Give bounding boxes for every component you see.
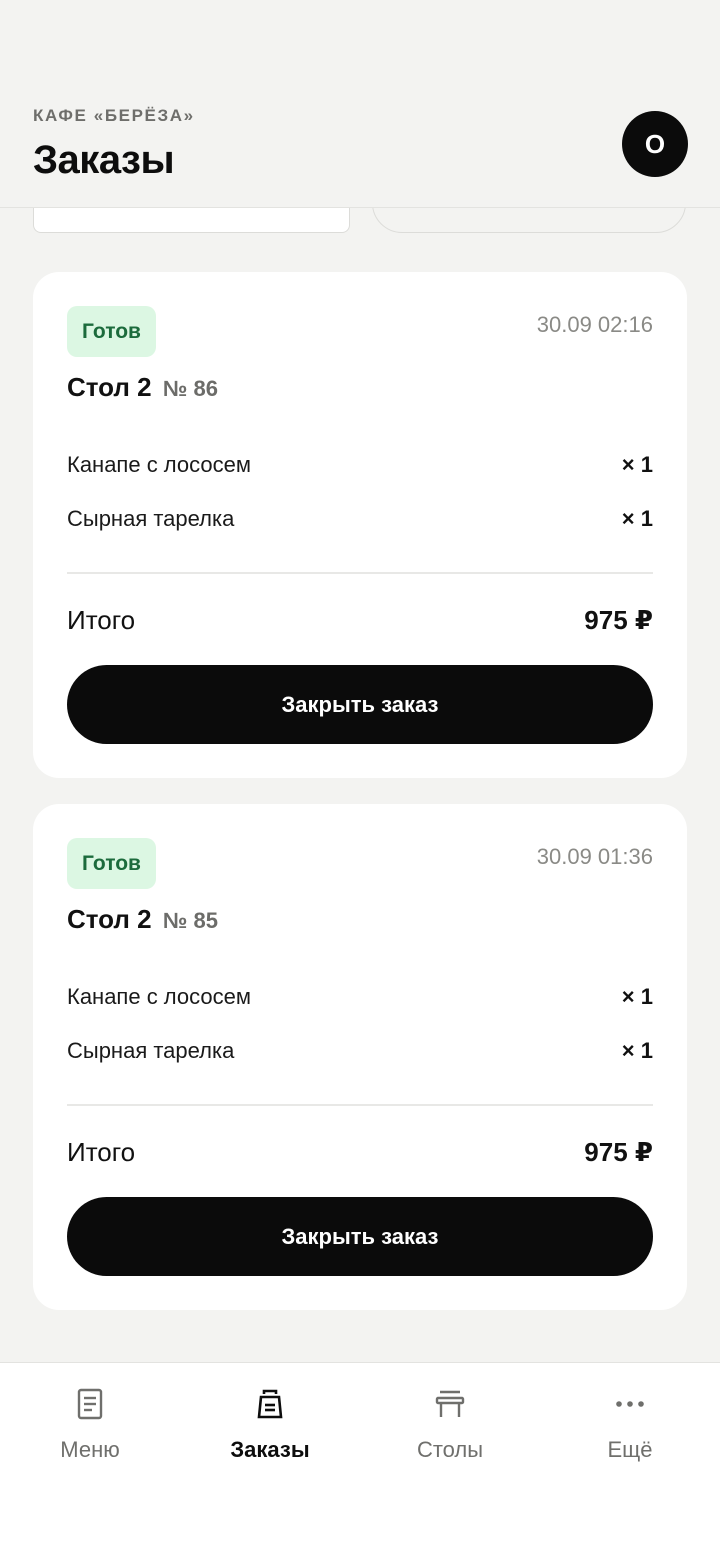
avatar-initial: О: [644, 128, 666, 159]
bottom-nav: Меню Заказы Столы Ещё: [0, 1362, 720, 1541]
order-card: Готов 30.09 01:36 Стол 2 № 85 Канапе с л…: [33, 804, 687, 1310]
total-row: Итого 975 ₽: [67, 602, 653, 638]
order-card: Готов 30.09 02:16 Стол 2 № 86 Канапе с л…: [33, 272, 687, 778]
order-item: Канапе с лососем × 1: [67, 982, 653, 1012]
status-badge: Готов: [67, 306, 156, 357]
order-item: Сырная тарелка × 1: [67, 504, 653, 534]
more-dots-icon: [614, 1387, 646, 1421]
total-label: Итого: [67, 1136, 136, 1167]
nav-item-tables[interactable]: Столы: [360, 1363, 540, 1483]
table-name: Стол 2: [67, 372, 152, 402]
order-bag-icon: [254, 1387, 286, 1421]
menu-document-icon: [74, 1387, 106, 1421]
item-quantity: × 1: [621, 1038, 653, 1063]
total-value: 975 ₽: [584, 1136, 653, 1167]
item-name: Канапе с лососем: [67, 984, 251, 1009]
item-name: Канапе с лососем: [67, 452, 251, 477]
order-item: Сырная тарелка × 1: [67, 1036, 653, 1066]
table-icon: [434, 1387, 466, 1421]
nav-label: Меню: [60, 1437, 120, 1462]
order-time: 30.09 02:16: [536, 312, 653, 337]
nav-item-menu[interactable]: Меню: [0, 1363, 180, 1483]
nav-item-more[interactable]: Ещё: [540, 1363, 720, 1483]
order-table-line: Стол 2 № 86: [67, 372, 218, 403]
total-label: Итого: [67, 604, 136, 635]
order-table-line: Стол 2 № 85: [67, 904, 218, 935]
status-label: Готов: [82, 319, 141, 343]
nav-item-orders[interactable]: Заказы: [180, 1363, 360, 1483]
total-row: Итого 975 ₽: [67, 1134, 653, 1170]
item-name: Сырная тарелка: [67, 506, 235, 531]
order-time: 30.09 01:36: [536, 844, 653, 869]
order-number: № 85: [162, 908, 218, 933]
nav-label: Ещё: [607, 1437, 653, 1462]
divider: [67, 572, 653, 574]
divider: [67, 1104, 653, 1106]
cafe-name: КАФЕ «БЕРЁЗА»: [33, 106, 195, 125]
avatar[interactable]: О: [622, 111, 688, 177]
item-name: Сырная тарелка: [67, 1038, 235, 1063]
order-item: Канапе с лососем × 1: [67, 450, 653, 480]
order-number: № 86: [162, 376, 218, 401]
close-order-button[interactable]: Закрыть заказ: [67, 665, 653, 744]
table-name: Стол 2: [67, 904, 152, 934]
total-value: 975 ₽: [584, 604, 653, 635]
close-order-button[interactable]: Закрыть заказ: [67, 1197, 653, 1276]
status-label: Готов: [82, 851, 141, 875]
item-quantity: × 1: [621, 984, 653, 1009]
item-quantity: × 1: [621, 506, 653, 531]
item-quantity: × 1: [621, 452, 653, 477]
status-badge: Готов: [67, 838, 156, 889]
page-title: Заказы: [33, 138, 175, 182]
nav-label: Столы: [416, 1437, 484, 1462]
nav-label: Заказы: [230, 1437, 310, 1462]
app-header: КАФЕ «БЕРЁЗА» Заказы О: [0, 0, 720, 208]
